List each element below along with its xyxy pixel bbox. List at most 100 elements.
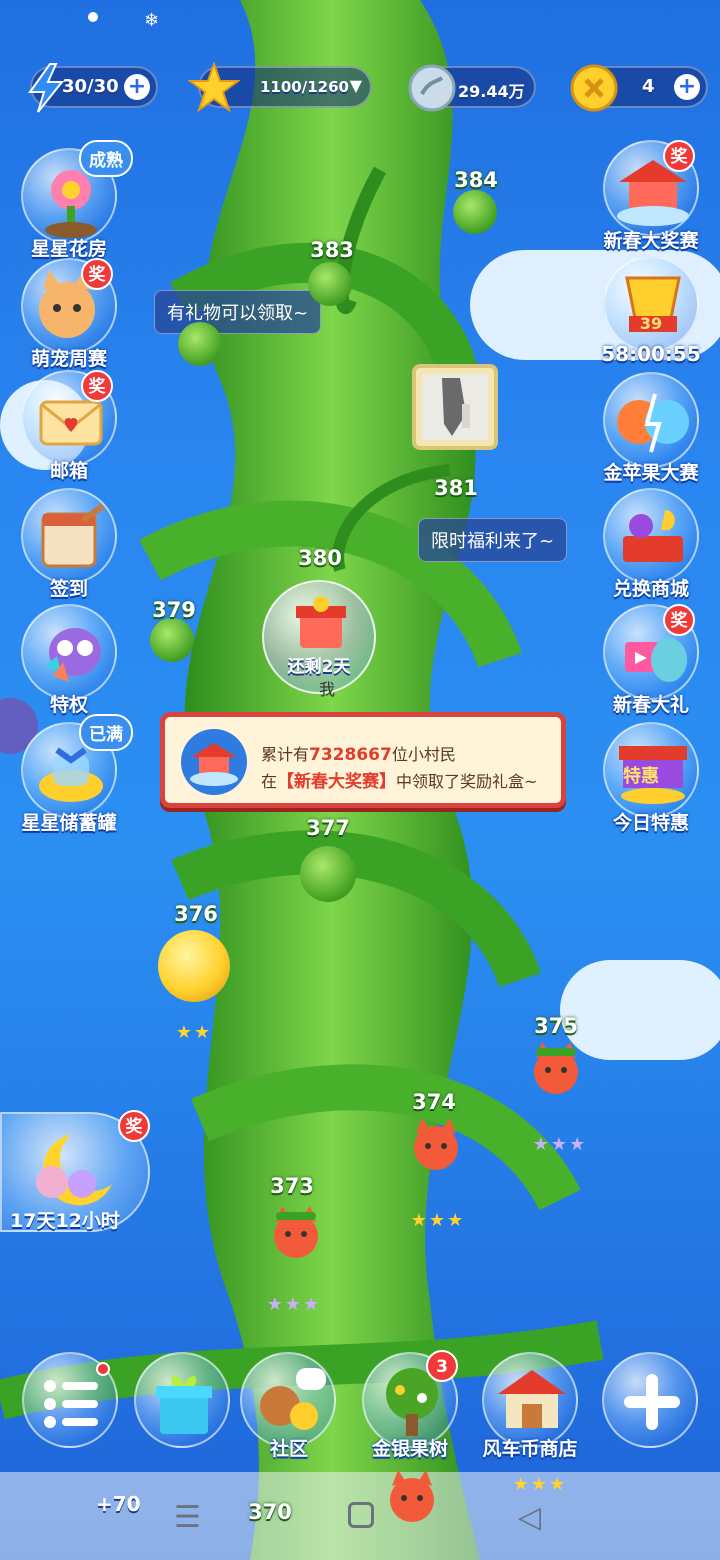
star-rating: ★★ bbox=[175, 1022, 213, 1043]
announcement-banner: 累计有7328667位小村民 在【新春大奖赛】中领取了奖励礼盒~ bbox=[160, 712, 566, 808]
announcement-line-2: 在【新春大奖赛】中领取了奖励礼盒~ bbox=[261, 772, 538, 792]
level-number: 379 bbox=[152, 598, 196, 622]
level-node[interactable] bbox=[300, 846, 356, 902]
sidebar-item-check-in[interactable]: 签到 bbox=[14, 488, 124, 601]
sidebar-item-label: 邮箱 bbox=[49, 460, 88, 482]
reward-preview-card[interactable] bbox=[412, 364, 498, 450]
gift-box-icon bbox=[156, 1376, 212, 1434]
countdown-timer: 58:00:55 bbox=[601, 342, 701, 366]
level-number: 374 bbox=[412, 1090, 456, 1114]
event-timer: 17天12小时 bbox=[10, 1210, 120, 1232]
star-icon bbox=[188, 62, 240, 113]
level-number: 380 bbox=[298, 546, 342, 570]
pavilion-icon bbox=[181, 729, 247, 795]
calendar-icon bbox=[21, 488, 117, 584]
gift-tooltip: 有礼物可以领取~ bbox=[154, 290, 322, 334]
sidebar-item-label: 新春大奖赛 bbox=[603, 230, 699, 252]
player-marker: 我 bbox=[319, 680, 336, 699]
reward-badge: 奖 bbox=[663, 604, 695, 636]
sidebar-item-label: 星星花房 bbox=[30, 238, 107, 260]
sidebar-item-daily-deal[interactable]: 特惠 今日特惠 bbox=[596, 722, 706, 835]
countdown-label: 还剩2天 bbox=[287, 657, 351, 677]
fox-icon[interactable] bbox=[408, 1118, 464, 1174]
level-number: 375 bbox=[534, 1014, 578, 1038]
gift-button[interactable] bbox=[134, 1352, 230, 1448]
coin-jar-icon: 已满 bbox=[21, 714, 133, 818]
add-energy-button[interactable]: + bbox=[124, 74, 150, 100]
dropdown-arrow-icon[interactable]: ▼ bbox=[350, 76, 362, 95]
add-ticket-button[interactable]: + bbox=[674, 74, 700, 100]
ticket-value: 4 bbox=[642, 76, 655, 97]
bottom-label: 社区 bbox=[269, 1438, 309, 1460]
star-rating: ★★★ bbox=[266, 1294, 322, 1315]
sidebar-item-label: 今日特惠 bbox=[612, 812, 689, 834]
bottom-label: 风车币商店 bbox=[482, 1438, 578, 1460]
level-number: 373 bbox=[270, 1174, 314, 1198]
sidebar-item-golden-apple-contest[interactable]: 金苹果大赛 bbox=[596, 372, 706, 485]
sidebar-item-spring-contest[interactable]: 奖 新春大奖赛 bbox=[596, 140, 706, 253]
reward-badge: 奖 bbox=[81, 258, 113, 290]
level-number: 377 bbox=[306, 816, 350, 840]
flower-icon: 成熟 bbox=[21, 140, 133, 244]
sidebar-item-trophy-timer[interactable]: 39 58:00:55 bbox=[596, 256, 706, 366]
sidebar-item-label: 星星储蓄罐 bbox=[21, 812, 117, 834]
reward-badge: 奖 bbox=[118, 1110, 150, 1142]
level-node[interactable] bbox=[178, 322, 222, 366]
sidebar-item-label: 兑换商城 bbox=[612, 578, 689, 600]
level-node[interactable] bbox=[453, 190, 497, 234]
sidebar-item-exchange-shop[interactable]: 兑换商城 bbox=[596, 488, 706, 601]
level-node[interactable] bbox=[308, 262, 352, 306]
coin-value: 29.44万 bbox=[458, 82, 525, 101]
level-node[interactable] bbox=[150, 618, 194, 662]
ticket-counter[interactable]: 4 + bbox=[570, 64, 708, 112]
sidebar-item-mailbox[interactable]: 奖 邮箱 bbox=[14, 370, 124, 483]
back-icon[interactable]: ◁ bbox=[518, 1500, 541, 1535]
snowflake-icon bbox=[88, 12, 98, 22]
shop-stall-icon: 特惠 bbox=[603, 722, 699, 818]
bottom-label: 金银果树 bbox=[371, 1438, 449, 1460]
reward-badge: 奖 bbox=[81, 370, 113, 402]
level-number: 381 bbox=[434, 476, 478, 500]
notification-dot bbox=[96, 1362, 110, 1376]
pavilion-icon: 奖 bbox=[603, 140, 699, 236]
count-badge: 3 bbox=[426, 1350, 458, 1382]
menu-button[interactable] bbox=[22, 1352, 118, 1448]
deal-tag: 特惠 bbox=[623, 766, 659, 787]
announcement-line-1: 累计有7328667位小村民 bbox=[261, 745, 456, 765]
energy-counter[interactable]: 30/30 + bbox=[28, 63, 158, 113]
sidebar-item-privilege[interactable]: 特权 bbox=[14, 604, 124, 717]
owl-icon bbox=[21, 604, 117, 700]
golden-level-node[interactable] bbox=[158, 930, 230, 1002]
star-rating: ★★★ bbox=[532, 1134, 588, 1155]
status-badge: 已满 bbox=[79, 714, 133, 751]
sidebar-item-label: 签到 bbox=[49, 578, 88, 600]
item-image bbox=[422, 374, 488, 440]
mail-icon: 奖 bbox=[21, 370, 117, 466]
recent-apps-icon[interactable]: ☰ bbox=[174, 1500, 201, 1535]
star-value: 1100/1260 bbox=[260, 78, 349, 96]
gold-coin-icon bbox=[570, 64, 618, 112]
fox-icon[interactable] bbox=[268, 1206, 324, 1262]
fox-icon[interactable] bbox=[384, 1470, 440, 1526]
event-name: 【新春大奖赛】 bbox=[277, 772, 397, 792]
star-counter[interactable]: 1100/1260 ▼ bbox=[188, 62, 372, 113]
cat-icon: 奖 bbox=[21, 258, 117, 354]
sidebar-item-star-piggybank[interactable]: 已满 星星储蓄罐 bbox=[14, 714, 133, 835]
sidebar-item-pet-weekly[interactable]: 奖 萌宠周赛 bbox=[14, 258, 124, 371]
monster-icon: 奖 bbox=[603, 604, 699, 700]
sidebar-item-label: 金苹果大赛 bbox=[603, 462, 699, 484]
home-icon[interactable] bbox=[348, 1502, 374, 1528]
fox-icon[interactable] bbox=[528, 1042, 584, 1098]
sidebar-item-spring-gift[interactable]: 奖 新春大礼 bbox=[596, 604, 706, 717]
star-rating: ★★★ bbox=[410, 1210, 466, 1231]
sidebar-item-star-greenhouse[interactable]: 成熟 星星花房 bbox=[14, 140, 133, 261]
sidebar-item-label: 萌宠周赛 bbox=[30, 348, 107, 370]
level-number: 370 bbox=[248, 1500, 292, 1524]
level-number: 384 bbox=[454, 168, 498, 192]
trophy-icon: 39 bbox=[603, 256, 699, 352]
level-number: 383 bbox=[310, 238, 354, 262]
points-popup: +70 bbox=[96, 1492, 141, 1516]
coin-counter[interactable]: 29.44万 bbox=[408, 64, 536, 112]
status-badge: 成熟 bbox=[79, 140, 133, 177]
add-button[interactable] bbox=[602, 1352, 698, 1448]
